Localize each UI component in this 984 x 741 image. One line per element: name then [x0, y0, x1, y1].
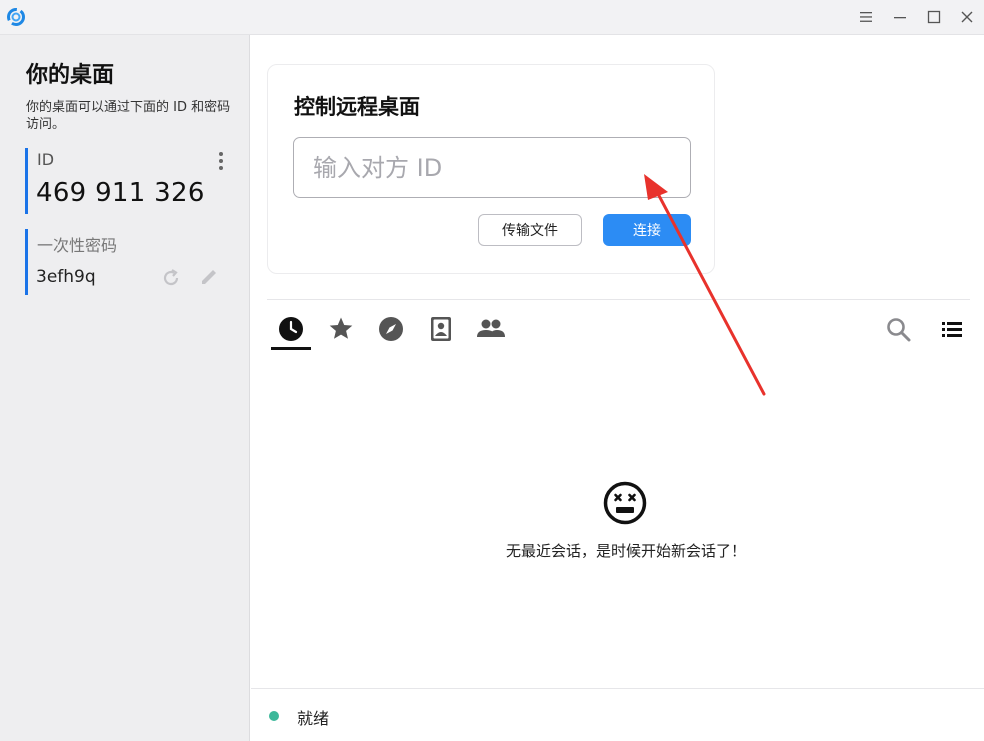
tab-favorites[interactable]	[321, 312, 361, 350]
search-icon[interactable]	[886, 317, 912, 343]
group-icon	[477, 319, 505, 337]
star-icon	[329, 317, 353, 339]
id-block: ID 469 911 326	[25, 148, 235, 214]
sidebar-title: 你的桌面	[26, 63, 115, 88]
status-text: 就绪	[297, 709, 330, 728]
sidebar-description: 你的桌面可以通过下面的 ID 和密码访问。	[26, 100, 231, 132]
remote-id-input[interactable]	[293, 137, 691, 198]
status-bar: 就绪	[251, 688, 984, 741]
app-logo-icon	[7, 8, 25, 26]
menu-icon[interactable]	[854, 6, 878, 28]
compass-icon	[379, 317, 403, 341]
clock-icon	[279, 317, 303, 341]
connect-card: 控制远程桌面 传输文件 连接	[267, 64, 715, 274]
section-divider	[267, 299, 970, 300]
connect-title: 控制远程桌面	[294, 95, 420, 119]
minimize-icon[interactable]	[888, 6, 912, 28]
list-view-icon[interactable]	[942, 321, 962, 338]
password-block: 一次性密码 3efh9q	[25, 229, 235, 295]
title-bar	[0, 0, 984, 35]
tab-address-book[interactable]	[421, 312, 461, 350]
tab-groups[interactable]	[471, 312, 511, 350]
sad-face-icon	[603, 481, 647, 525]
transfer-file-button[interactable]: 传输文件	[478, 214, 582, 246]
status-indicator-dot	[269, 711, 279, 721]
maximize-icon[interactable]	[922, 6, 946, 28]
password-value[interactable]: 3efh9q	[36, 267, 96, 287]
tab-discovered[interactable]	[371, 312, 411, 350]
empty-state-message: 无最近会话，是时候开始新会话了！	[505, 542, 746, 560]
left-panel: 你的桌面 你的桌面可以通过下面的 ID 和密码访问。 ID 469 911 32…	[0, 35, 250, 741]
address-book-icon	[431, 317, 451, 341]
password-label: 一次性密码	[37, 236, 118, 255]
close-icon[interactable]	[955, 6, 979, 28]
id-value[interactable]: 469 911 326	[36, 178, 205, 208]
id-label: ID	[37, 150, 55, 169]
connect-button[interactable]: 连接	[603, 214, 691, 246]
active-tab-indicator	[271, 347, 311, 350]
more-vertical-icon[interactable]	[215, 150, 227, 172]
refresh-icon[interactable]	[160, 267, 182, 289]
edit-pencil-icon[interactable]	[198, 266, 220, 288]
tab-recent[interactable]	[271, 312, 311, 350]
